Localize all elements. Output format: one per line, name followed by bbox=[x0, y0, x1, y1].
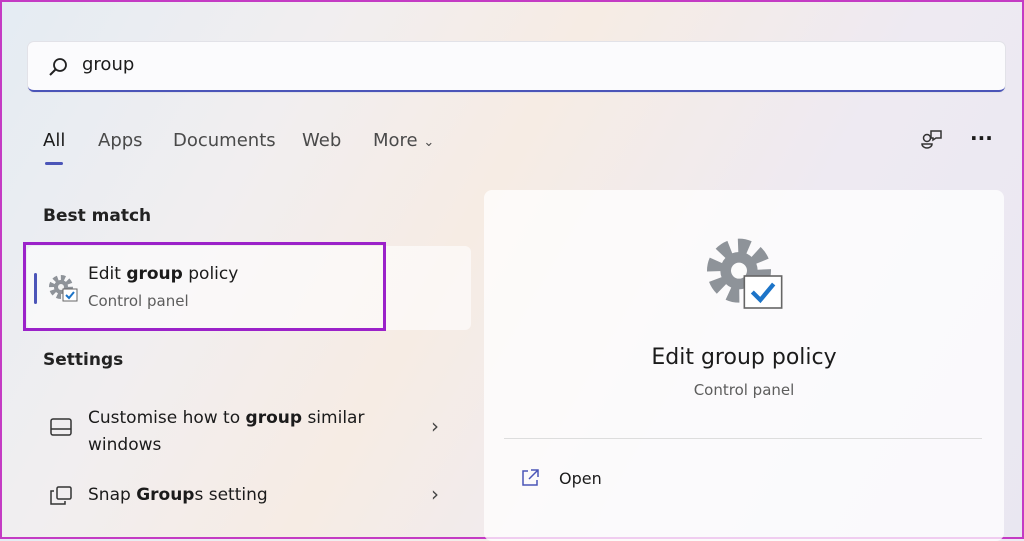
best-match-title: Edit group policy bbox=[88, 264, 238, 284]
tab-all[interactable]: All bbox=[43, 130, 65, 151]
label-part: Customise how to bbox=[88, 408, 246, 428]
more-dots-icon[interactable]: ··· bbox=[970, 126, 993, 150]
open-external-icon bbox=[522, 469, 539, 486]
open-label: Open bbox=[559, 469, 602, 488]
active-tab-indicator bbox=[45, 162, 63, 165]
best-match-subtitle: Control panel bbox=[88, 292, 189, 310]
divider bbox=[504, 438, 982, 439]
label-part: Snap bbox=[88, 485, 137, 505]
title-bold: group bbox=[126, 264, 183, 284]
search-icon bbox=[49, 58, 67, 76]
label-bold: group bbox=[245, 408, 303, 428]
selection-indicator bbox=[34, 273, 37, 304]
title-part: policy bbox=[182, 264, 239, 284]
window-taskbar-icon bbox=[50, 418, 72, 436]
search-box[interactable] bbox=[28, 42, 1005, 92]
title-part: Edit bbox=[88, 264, 127, 284]
chevron-down-icon: ⌄ bbox=[423, 135, 435, 150]
label-part: similar bbox=[302, 408, 365, 428]
snap-windows-icon bbox=[50, 486, 72, 505]
gear-check-icon bbox=[707, 238, 783, 309]
settings-item-label: Snap Groups setting bbox=[88, 485, 268, 505]
open-action[interactable]: Open bbox=[504, 458, 704, 500]
label-bold: Group bbox=[136, 485, 195, 505]
chevron-right-icon: › bbox=[431, 414, 439, 438]
search-input[interactable] bbox=[82, 54, 882, 75]
label-part: windows bbox=[88, 435, 162, 455]
people-feedback-icon[interactable] bbox=[920, 128, 944, 152]
detail-panel: Edit group policy Control panel Open bbox=[484, 190, 1004, 541]
tab-more[interactable]: More ⌄ bbox=[373, 130, 434, 151]
gear-check-icon bbox=[49, 275, 78, 302]
tab-apps[interactable]: Apps bbox=[98, 130, 143, 151]
settings-item-snap-groups[interactable]: Snap Groups setting › bbox=[27, 476, 471, 518]
label-part: s setting bbox=[194, 485, 268, 505]
settings-item-label: Customise how to group similar windows bbox=[88, 405, 364, 459]
settings-heading: Settings bbox=[43, 350, 124, 370]
tab-more-label: More bbox=[373, 130, 418, 151]
detail-title: Edit group policy bbox=[651, 345, 837, 370]
tab-web[interactable]: Web bbox=[302, 130, 341, 151]
best-match-heading: Best match bbox=[43, 206, 152, 226]
tab-documents[interactable]: Documents bbox=[173, 130, 276, 151]
detail-subtitle: Control panel bbox=[693, 381, 795, 399]
settings-item-group-windows[interactable]: Customise how to group similar windows › bbox=[27, 398, 471, 458]
chevron-right-icon: › bbox=[431, 482, 439, 506]
